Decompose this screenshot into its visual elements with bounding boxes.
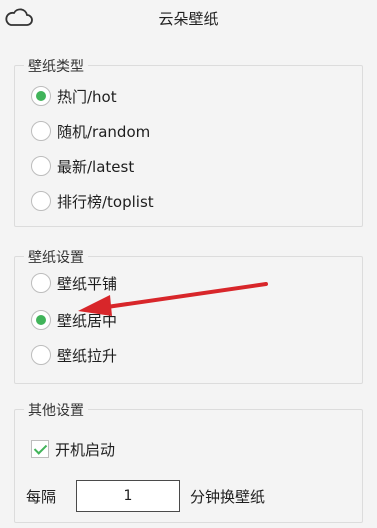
wallpaper-settings-legend: 壁纸设置 <box>24 247 88 267</box>
wallpaper-type-legend: 壁纸类型 <box>24 56 88 76</box>
radio-label: 随机/random <box>57 122 151 141</box>
radio-button[interactable] <box>31 345 51 365</box>
wallpaper-type-group: 壁纸类型 热门/hot 随机/random 最新/latest 排行榜/topl… <box>14 56 363 227</box>
radio-button[interactable] <box>31 156 51 176</box>
radio-latest[interactable]: 最新/latest <box>31 152 134 180</box>
radio-button[interactable] <box>31 310 51 330</box>
autostart-checkbox[interactable] <box>31 440 49 458</box>
window-title: 云朵壁纸 <box>158 10 219 28</box>
radio-label: 排行榜/toplist <box>57 192 154 211</box>
radio-toplist[interactable]: 排行榜/toplist <box>31 187 154 215</box>
interval-row: 每隔 分钟换壁纸 <box>26 478 265 514</box>
radio-button[interactable] <box>31 121 51 141</box>
radio-label: 壁纸拉升 <box>57 346 118 365</box>
interval-input[interactable] <box>76 480 181 512</box>
radio-button[interactable] <box>31 86 51 106</box>
interval-prefix: 每隔 <box>26 487 57 506</box>
radio-button[interactable] <box>31 273 51 293</box>
radio-label: 最新/latest <box>57 157 135 176</box>
interval-suffix: 分钟换壁纸 <box>190 487 266 506</box>
radio-random[interactable]: 随机/random <box>31 117 150 145</box>
autostart-checkbox-row[interactable]: 开机启动 <box>31 435 115 463</box>
other-settings-legend: 其他设置 <box>24 400 88 420</box>
wallpaper-settings-group: 壁纸设置 壁纸平铺 壁纸居中 壁纸拉升 <box>14 247 363 384</box>
red-arrow-annotation <box>78 282 268 316</box>
autostart-label: 开机启动 <box>55 440 116 459</box>
radio-label: 热门/hot <box>57 87 117 106</box>
title-bar: 云朵壁纸 <box>0 0 377 40</box>
radio-hot[interactable]: 热门/hot <box>31 82 117 110</box>
radio-stretch[interactable]: 壁纸拉升 <box>31 341 117 369</box>
radio-button[interactable] <box>31 191 51 211</box>
